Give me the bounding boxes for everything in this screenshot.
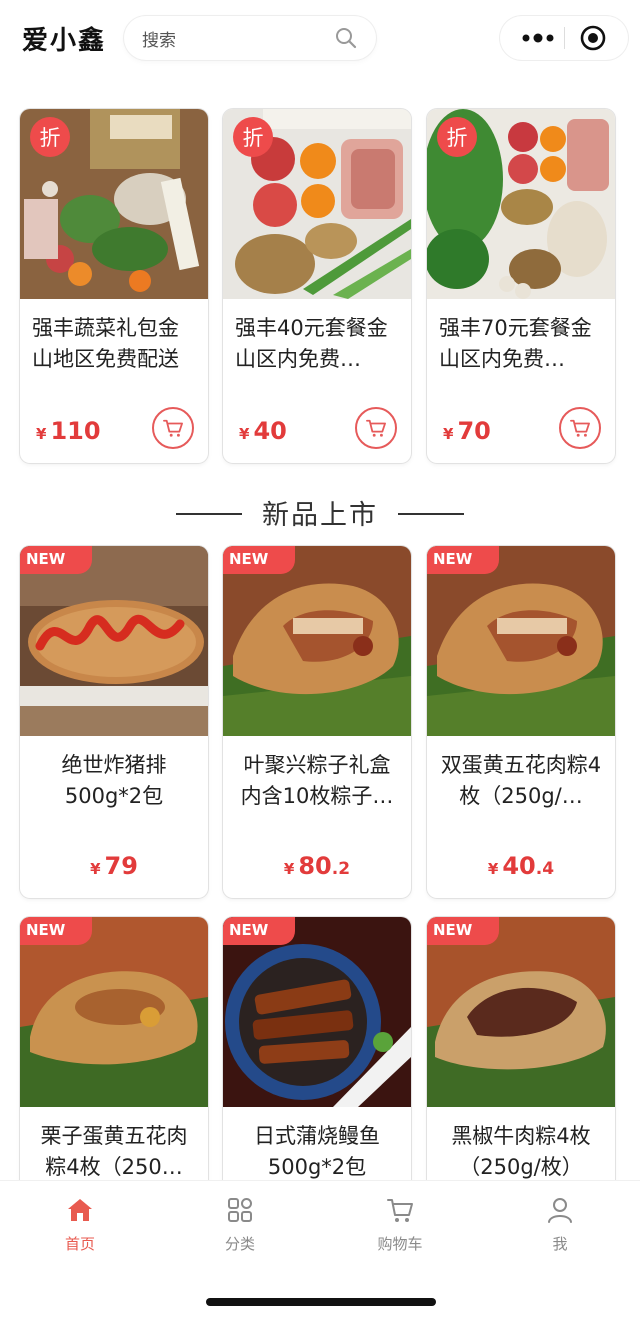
tab-category[interactable]: 分类	[190, 1195, 290, 1254]
new-badge: NEW	[427, 917, 499, 945]
capsule-divider	[564, 27, 565, 49]
tab-me[interactable]: 我	[510, 1195, 610, 1254]
product-name: 绝世炸猪排500g*2包	[61, 753, 167, 808]
product-image[interactable]	[427, 917, 615, 1107]
product-image[interactable]	[223, 546, 411, 736]
product-name: 双蛋黄五花肉粽4枚（250g/…	[440, 753, 602, 808]
new-badge: NEW	[20, 546, 92, 574]
tab-home[interactable]: 首页	[30, 1195, 130, 1254]
product-image[interactable]	[20, 546, 208, 736]
section-divider-right	[398, 513, 464, 515]
product-card[interactable]: 折 强丰70元套餐金山区内免费… ¥70	[427, 109, 615, 463]
more-icon[interactable]	[516, 26, 560, 50]
header: 爱小鑫 搜索	[0, 0, 640, 80]
tab-cart[interactable]: 购物车	[350, 1195, 450, 1254]
product-card[interactable]: NEW 绝世炸猪排500g*2包 ¥79	[20, 546, 208, 898]
discount-badge-label: 折	[243, 126, 264, 150]
product-image[interactable]	[223, 917, 411, 1107]
product-name: 黑椒牛肉粽4枚（250g/枚）	[451, 1124, 591, 1179]
discount-badge-label: 折	[447, 126, 468, 150]
new-badge: NEW	[20, 917, 92, 945]
user-icon	[548, 1198, 572, 1223]
discount-badge: 折	[30, 117, 70, 157]
tab-label: 首页	[64, 1235, 95, 1253]
product-name: 日式蒲烧鳗鱼500g*2包	[254, 1124, 380, 1179]
new-badge: NEW	[223, 917, 295, 945]
cart-icon	[387, 1199, 413, 1222]
product-image[interactable]	[20, 917, 208, 1107]
tab-label: 购物车	[377, 1235, 423, 1253]
product-price: ¥40.4	[487, 852, 555, 880]
home-icon	[68, 1199, 92, 1221]
product-price: ¥40	[239, 417, 287, 445]
product-name: 强丰70元套餐金山区内免费…	[439, 316, 592, 371]
product-name: 强丰蔬菜礼包金山地区免费配送	[32, 316, 179, 371]
product-card[interactable]: NEW 双蛋黄五花肉粽4枚（250g/… ¥40.4	[427, 546, 615, 898]
product-price: ¥110	[36, 417, 101, 445]
tab-label: 分类	[224, 1235, 255, 1253]
product-name: 强丰40元套餐金山区内免费…	[235, 316, 388, 371]
product-price: ¥70	[443, 417, 491, 445]
new-badge: NEW	[223, 546, 295, 574]
discount-badge: 折	[233, 117, 273, 157]
product-price: ¥80.2	[283, 852, 351, 880]
product-price: ¥79	[90, 852, 138, 880]
tab-label: 我	[552, 1235, 568, 1253]
section-title: 新品上市	[262, 500, 378, 531]
discount-badge: 折	[437, 117, 477, 157]
search-bar[interactable]: 搜索	[124, 16, 376, 60]
search-icon[interactable]	[334, 26, 358, 50]
add-to-cart-button[interactable]	[559, 407, 601, 449]
mini-program-capsule	[500, 16, 628, 60]
product-card[interactable]: 折 强丰蔬菜礼包金山地区免费配送 ¥110	[20, 109, 208, 463]
app-title: 爱小鑫	[22, 26, 107, 56]
category-icon	[228, 1198, 252, 1222]
add-to-cart-button[interactable]	[152, 407, 194, 449]
add-to-cart-button[interactable]	[355, 407, 397, 449]
product-image[interactable]	[427, 546, 615, 736]
home-indicator	[206, 1298, 436, 1306]
product-card[interactable]: 折 强丰40元套餐金山区内免费… ¥40	[223, 109, 411, 463]
new-badge: NEW	[427, 546, 499, 574]
product-name: 栗子蛋黄五花肉粽4枚（250…	[40, 1124, 188, 1179]
discount-badge-label: 折	[40, 126, 61, 150]
close-target-icon[interactable]	[580, 25, 606, 51]
search-input[interactable]: 搜索	[142, 26, 176, 51]
product-card[interactable]: NEW 叶聚兴粽子礼盒内含10枚粽子… ¥80.2	[223, 546, 411, 898]
product-name: 叶聚兴粽子礼盒内含10枚粽子…	[240, 753, 394, 808]
